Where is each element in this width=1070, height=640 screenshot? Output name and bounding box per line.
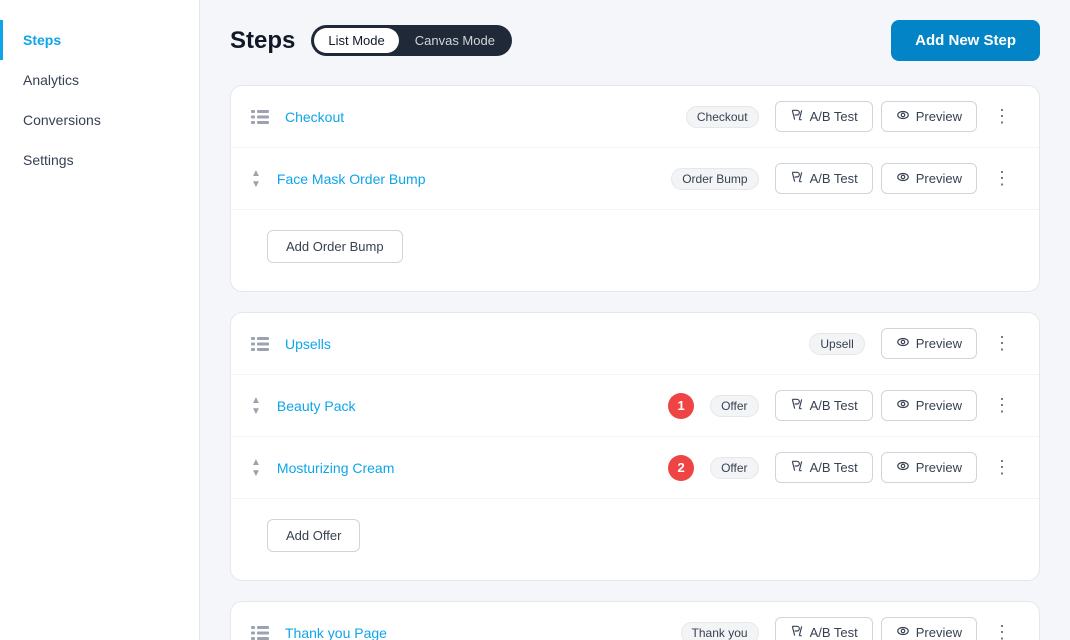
ab-icon	[790, 170, 804, 187]
main-content: Steps List Mode Canvas Mode Add New Step	[200, 0, 1070, 640]
table-row: ▲ ▼ Mosturizing Cream 2 Offer A/B Test P…	[231, 437, 1039, 499]
upsells-actions: Preview ⋮	[881, 327, 1019, 360]
facemask-preview-button[interactable]: Preview	[881, 163, 977, 194]
eye-icon	[896, 335, 910, 352]
facemask-ab-test-button[interactable]: A/B Test	[775, 163, 873, 194]
header: Steps List Mode Canvas Mode Add New Step	[230, 20, 1040, 61]
add-new-step-button[interactable]: Add New Step	[891, 20, 1040, 61]
sidebar: Steps Analytics Conversions Settings	[0, 0, 200, 640]
moisturizing-more-button[interactable]: ⋮	[985, 451, 1019, 484]
list-icon	[251, 626, 269, 640]
beautypack-row-name[interactable]: Beauty Pack	[277, 398, 652, 414]
upsells-more-button[interactable]: ⋮	[985, 327, 1019, 360]
sidebar-item-settings[interactable]: Settings	[0, 140, 199, 180]
ab-icon	[790, 459, 804, 476]
list-icon	[251, 337, 269, 351]
sidebar-item-conversions[interactable]: Conversions	[0, 100, 199, 140]
drag-updown-icon[interactable]: ▲ ▼	[251, 395, 261, 417]
beautypack-more-button[interactable]: ⋮	[985, 389, 1019, 422]
moisturizing-number-badge: 2	[668, 455, 694, 481]
beautypack-actions: A/B Test Preview ⋮	[775, 389, 1019, 422]
moisturizing-ab-test-button[interactable]: A/B Test	[775, 452, 873, 483]
table-row: Checkout Checkout A/B Test Preview ⋮	[231, 86, 1039, 148]
beautypack-number-badge: 1	[668, 393, 694, 419]
upsells-badge: Upsell	[809, 333, 864, 355]
canvas-mode-button[interactable]: Canvas Mode	[401, 28, 509, 53]
header-left: Steps List Mode Canvas Mode	[230, 25, 512, 56]
beautypack-ab-test-button[interactable]: A/B Test	[775, 390, 873, 421]
checkout-ab-test-button[interactable]: A/B Test	[775, 101, 873, 132]
checkout-card: Checkout Checkout A/B Test Preview ⋮	[230, 85, 1040, 292]
mode-toggle: List Mode Canvas Mode	[311, 25, 512, 56]
list-icon	[251, 110, 269, 124]
thankyou-badge: Thank you	[681, 622, 759, 640]
moisturizing-actions: A/B Test Preview ⋮	[775, 451, 1019, 484]
drag-updown-icon[interactable]: ▲ ▼	[251, 457, 261, 479]
thankyou-row-name[interactable]: Thank you Page	[285, 625, 665, 640]
table-row: Thank you Page Thank you A/B Test Previe…	[231, 602, 1039, 640]
ab-icon	[790, 624, 804, 640]
facemask-actions: A/B Test Preview ⋮	[775, 162, 1019, 195]
facemask-more-button[interactable]: ⋮	[985, 162, 1019, 195]
thankyou-more-button[interactable]: ⋮	[985, 616, 1019, 640]
page-title: Steps	[230, 27, 295, 55]
beautypack-preview-button[interactable]: Preview	[881, 390, 977, 421]
moisturizing-preview-button[interactable]: Preview	[881, 452, 977, 483]
list-mode-button[interactable]: List Mode	[314, 28, 398, 53]
checkout-row-name[interactable]: Checkout	[285, 109, 670, 125]
facemask-badge: Order Bump	[671, 168, 758, 190]
thankyou-ab-test-button[interactable]: A/B Test	[775, 617, 873, 640]
eye-icon	[896, 170, 910, 187]
eye-icon	[896, 624, 910, 640]
table-row: ▲ ▼ Beauty Pack 1 Offer A/B Test Preview	[231, 375, 1039, 437]
upsells-preview-button[interactable]: Preview	[881, 328, 977, 359]
eye-icon	[896, 397, 910, 414]
ab-icon	[790, 397, 804, 414]
beautypack-badge: Offer	[710, 395, 758, 417]
table-row: ▲ ▼ Face Mask Order Bump Order Bump A/B …	[231, 148, 1039, 210]
thankyou-actions: A/B Test Preview ⋮	[775, 616, 1019, 640]
add-offer-button[interactable]: Add Offer	[267, 519, 360, 552]
ab-icon	[790, 108, 804, 125]
checkout-more-button[interactable]: ⋮	[985, 100, 1019, 133]
moisturizing-row-name[interactable]: Mosturizing Cream	[277, 460, 652, 476]
table-row: Upsells Upsell Preview ⋮	[231, 313, 1039, 375]
sidebar-item-analytics[interactable]: Analytics	[0, 60, 199, 100]
upsells-row-name[interactable]: Upsells	[285, 336, 793, 352]
moisturizing-badge: Offer	[710, 457, 758, 479]
checkout-badge: Checkout	[686, 106, 759, 128]
eye-icon	[896, 459, 910, 476]
thankyou-preview-button[interactable]: Preview	[881, 617, 977, 640]
thankyou-card: Thank you Page Thank you A/B Test Previe…	[230, 601, 1040, 640]
checkout-preview-button[interactable]: Preview	[881, 101, 977, 132]
add-order-bump-button[interactable]: Add Order Bump	[267, 230, 403, 263]
facemask-row-name[interactable]: Face Mask Order Bump	[277, 171, 655, 187]
sidebar-item-steps[interactable]: Steps	[0, 20, 199, 60]
upsells-card: Upsells Upsell Preview ⋮ ▲ ▼ Beauty Pack…	[230, 312, 1040, 581]
drag-updown-icon[interactable]: ▲ ▼	[251, 168, 261, 190]
checkout-actions: A/B Test Preview ⋮	[775, 100, 1019, 133]
eye-icon	[896, 108, 910, 125]
